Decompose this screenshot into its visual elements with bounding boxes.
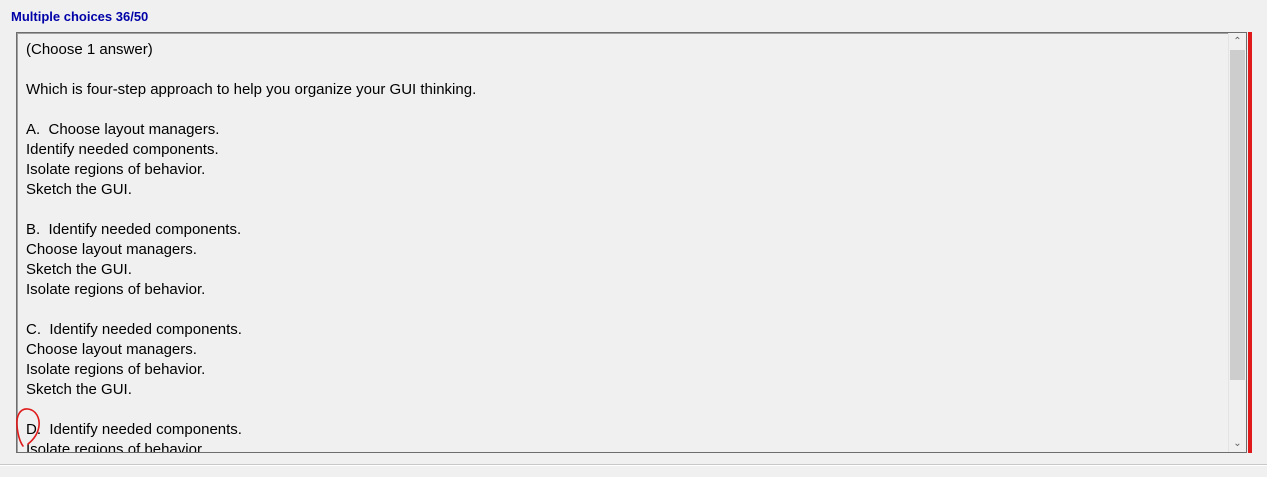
chevron-down-icon[interactable]: ⌄ <box>1229 435 1246 452</box>
bottom-divider-highlight <box>0 465 1267 466</box>
question-line: B. Identify needed components. <box>26 221 242 238</box>
question-line: Sketch the GUI. <box>26 381 132 398</box>
question-line: Isolate regions of behavior. <box>26 161 206 178</box>
question-line: Choose layout managers. <box>26 341 197 358</box>
question-line: Isolate regions of behavior. <box>26 441 206 453</box>
question-line <box>26 100 1226 120</box>
question-line: (Choose 1 answer) <box>26 41 153 58</box>
question-line: A. Choose layout managers. <box>26 121 220 138</box>
question-line: Choose layout managers. <box>26 241 197 258</box>
question-line: Sketch the GUI. <box>26 261 132 278</box>
question-line: Which is four-step approach to help you … <box>26 81 477 98</box>
question-line: Identify needed components. <box>26 141 219 158</box>
vertical-scrollbar[interactable]: ⌃ ⌄ <box>1228 33 1246 452</box>
question-text-area[interactable]: (Choose 1 answer) Which is four-step appr… <box>16 32 1247 453</box>
question-line <box>26 300 1226 320</box>
question-line: C. Identify needed components. <box>26 321 242 338</box>
question-counter-title: Multiple choices 36/50 <box>11 9 149 24</box>
question-line: D. Identify needed components. <box>26 421 242 438</box>
quiz-window: Multiple choices 36/50 (Choose 1 answer)… <box>0 0 1267 477</box>
question-line <box>26 60 1226 80</box>
question-line <box>26 200 1226 220</box>
chevron-up-icon[interactable]: ⌃ <box>1229 33 1246 50</box>
red-indicator-bar <box>1248 32 1252 453</box>
question-line <box>26 400 1226 420</box>
question-line: Sketch the GUI. <box>26 181 132 198</box>
scrollbar-thumb[interactable] <box>1230 50 1245 380</box>
question-line: Isolate regions of behavior. <box>26 361 206 378</box>
question-content: (Choose 1 answer) Which is four-step appr… <box>26 40 1226 453</box>
question-line: Isolate regions of behavior. <box>26 281 206 298</box>
